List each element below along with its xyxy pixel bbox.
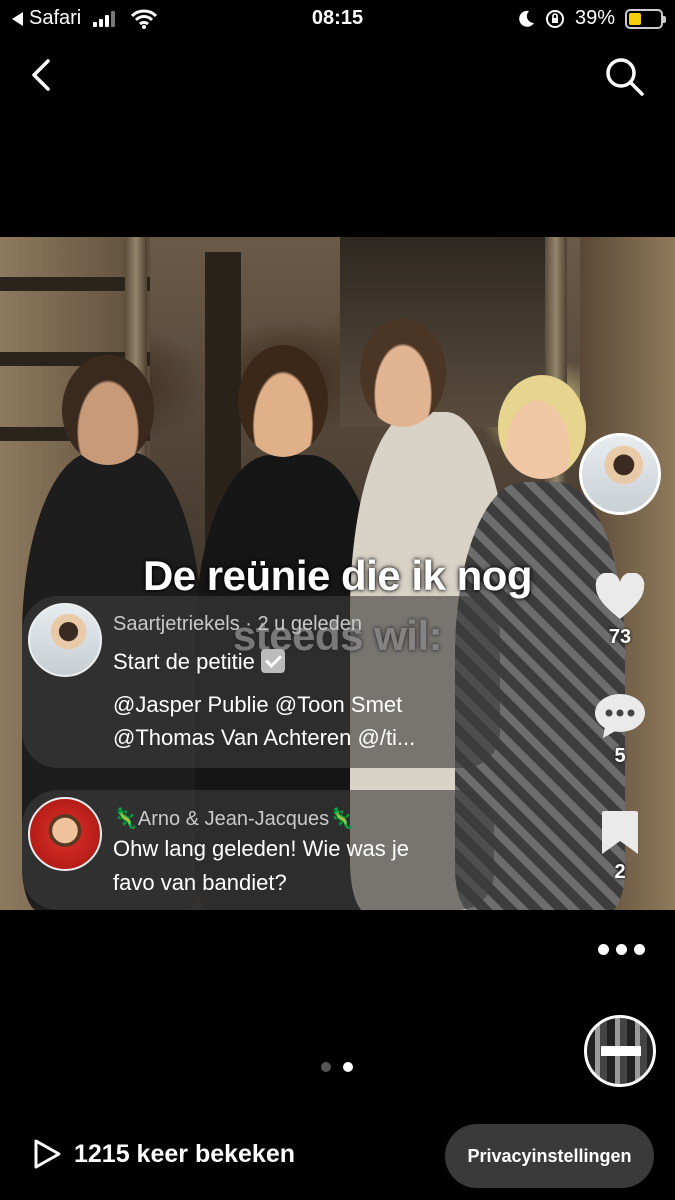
comment-text-line-2: favo van bandiet? (113, 870, 287, 895)
commenter-avatar[interactable] (28, 797, 102, 871)
privacy-settings-button[interactable]: Privacyinstellingen (445, 1124, 654, 1188)
view-count-label: 1215 keer bekeken (74, 1139, 296, 1168)
comment-button[interactable]: 5 (590, 692, 650, 768)
music-disc-icon[interactable] (584, 1015, 656, 1087)
more-options-icon[interactable] (598, 944, 645, 955)
checkmark-icon (260, 649, 285, 673)
rotation-lock-icon (545, 9, 564, 28)
save-button[interactable]: 2 (590, 810, 650, 884)
moon-icon (519, 10, 534, 27)
comment-count: 5 (614, 745, 626, 767)
comment-author[interactable]: Saartjetriekels · 2 u geleden (113, 613, 362, 636)
comment-author[interactable]: 🦎Arno & Jean-Jacques🦎 (113, 806, 354, 831)
comment-title: Start de petitie (113, 645, 285, 678)
bookmark-icon (602, 811, 638, 854)
comment-bubble-icon (595, 694, 645, 738)
view-count: 1215 keer bekeken (32, 1138, 295, 1170)
page-indicator (321, 1062, 353, 1072)
page-dot (321, 1062, 331, 1072)
caption-line-1: De reünie die ik nog (142, 552, 533, 599)
comment-text-line-1: Ohw lang geleden! Wie was je (113, 836, 409, 861)
like-count: 73 (608, 626, 632, 648)
commenter-avatar[interactable] (28, 603, 102, 677)
play-icon (34, 1139, 61, 1169)
heart-icon (595, 572, 645, 619)
battery-percent: 39% (574, 7, 615, 29)
status-bar: Safari 08:15 39% (0, 0, 675, 40)
creator-avatar[interactable] (579, 433, 661, 515)
page-dot-active (343, 1062, 353, 1072)
search-icon[interactable] (603, 55, 645, 97)
comment-text-line-1: @Jasper Publie @Toon Smet (113, 692, 403, 717)
back-chevron-icon[interactable] (22, 55, 62, 95)
like-button[interactable]: 73 (590, 572, 650, 649)
comment-text-line-2: @Thomas Van Achteren @/ti... (113, 725, 416, 750)
save-count: 2 (614, 861, 626, 883)
battery-icon (625, 8, 666, 29)
